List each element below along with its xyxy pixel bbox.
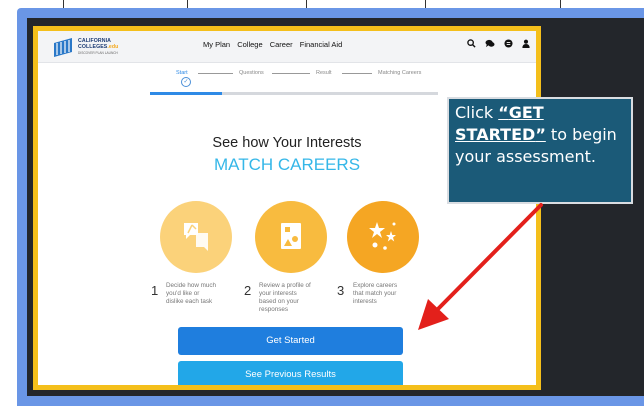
feature-1-text: Decide how much you'd like or dislike ea… — [166, 282, 217, 305]
nav-financial-aid[interactable]: Financial Aid — [300, 40, 343, 49]
feature-2-text: Review a profile of your interests based… — [259, 282, 311, 313]
thumbs-up-down-icon — [184, 223, 208, 251]
main-nav: My Plan College Career Financial Aid — [203, 40, 347, 49]
step-matching-careers: Matching Careers — [378, 70, 422, 76]
instruction-callout: Click “GET STARTED” to begin your assess… — [447, 97, 633, 204]
stars-icon — [369, 222, 396, 250]
get-started-button[interactable]: Get Started — [178, 327, 403, 355]
user-icon[interactable] — [522, 39, 530, 48]
logo-tagline: DISCOVER PLAN LAUNCH — [78, 51, 118, 55]
feature-2-circle — [255, 201, 327, 273]
table-border-top — [0, 0, 644, 8]
website-screenshot: CALIFORNIA COLLEGES.edu DISCOVER PLAN LA… — [38, 31, 536, 385]
step-start: Start — [176, 70, 188, 76]
feature-1-number: 1 — [151, 283, 159, 298]
logo-title: CALIFORNIA COLLEGES.edu — [78, 38, 119, 50]
assessment-stepper: Start Questions Result Matching Careers … — [148, 67, 438, 97]
progress-bar-fill — [150, 92, 222, 95]
feature-2-number: 2 — [244, 283, 252, 298]
top-navbar: CALIFORNIA COLLEGES.edu DISCOVER PLAN LA… — [38, 31, 536, 63]
profile-cards-icon — [281, 223, 301, 249]
nav-college[interactable]: College — [237, 40, 262, 49]
nav-career[interactable]: Career — [270, 40, 293, 49]
search-icon[interactable] — [467, 39, 476, 48]
see-previous-results-button[interactable]: See Previous Results — [178, 361, 403, 385]
feature-1-circle — [160, 201, 232, 273]
chat-icon[interactable] — [485, 39, 495, 48]
california-colleges-logo[interactable]: CALIFORNIA COLLEGES.edu DISCOVER PLAN LA… — [52, 35, 152, 59]
feature-3-text: Explore careers that match your interest… — [353, 282, 398, 305]
progress-bar — [150, 92, 438, 95]
logo-mark-icon — [54, 38, 72, 57]
step-questions: Questions — [239, 70, 264, 76]
feature-3-number: 3 — [337, 283, 345, 298]
nav-icons — [467, 39, 530, 48]
settings-icon[interactable] — [504, 39, 513, 48]
check-icon: ✓ — [181, 77, 191, 87]
step-result: Result — [316, 70, 332, 76]
feature-3-circle — [347, 201, 419, 273]
nav-my-plan[interactable]: My Plan — [203, 40, 230, 49]
